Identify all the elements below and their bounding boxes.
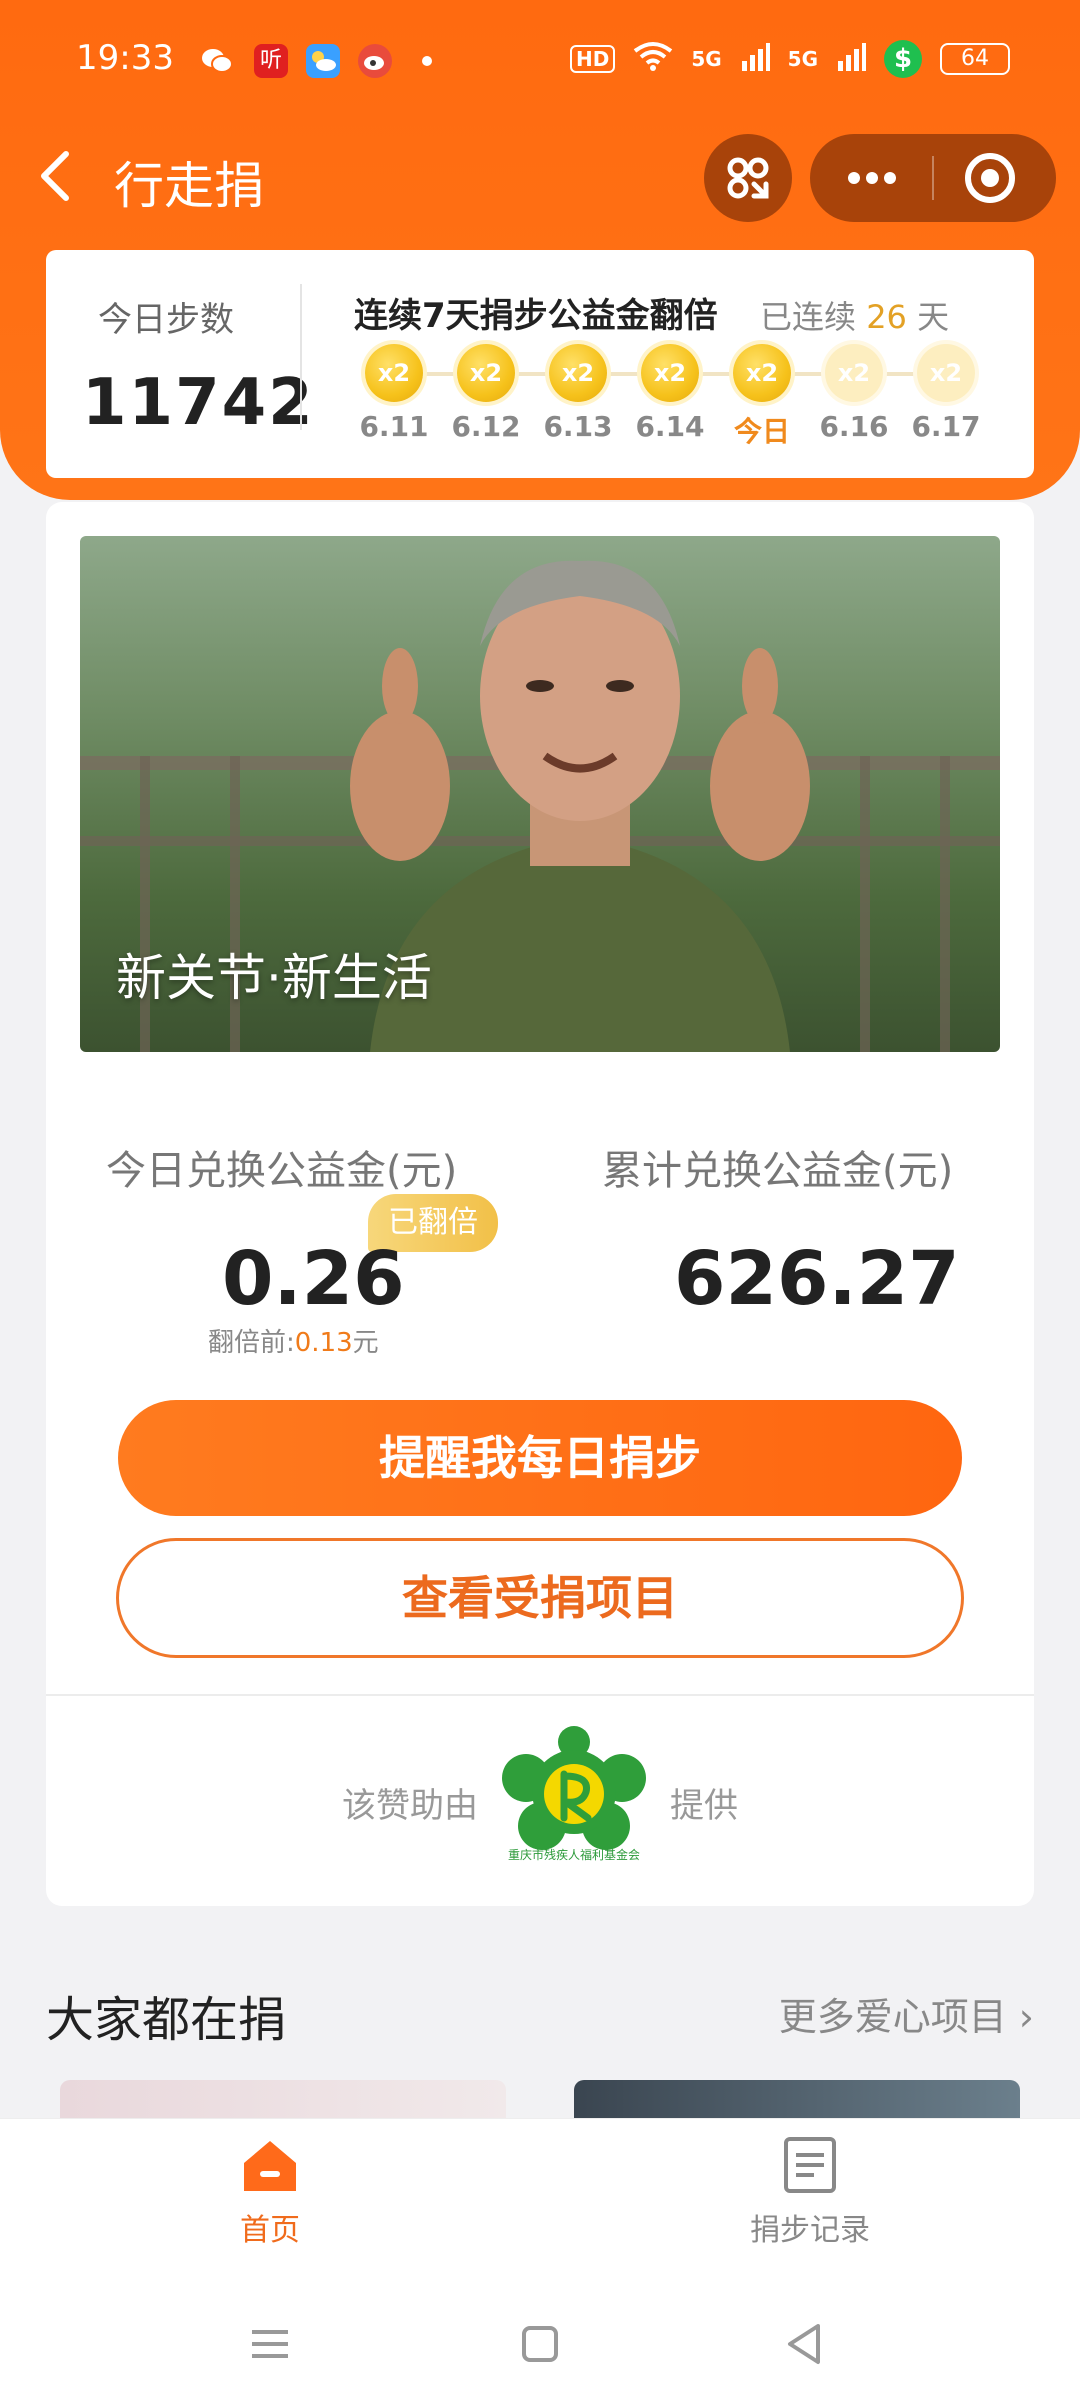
day-label: 6.12 <box>451 410 521 443</box>
tab-records-label: 捐步记录 <box>750 2213 870 2248</box>
signal-icon-1: 5G <box>691 47 722 71</box>
pre-double-info: 翻倍前:0.13元 <box>208 1322 379 1359</box>
coin-icon: x2 <box>549 344 607 402</box>
streak-day: x2 6.16 <box>814 344 894 443</box>
sponsor-prefix: 该赞助由 <box>342 1786 478 1826</box>
hero-caption: 新关节·新生活 <box>116 949 432 1007</box>
project-thumbnail[interactable] <box>574 2080 1020 2120</box>
streak-day-today: x2 今日 <box>722 344 802 450</box>
railing-post <box>940 756 950 1052</box>
streak-day: x2 6.12 <box>446 344 526 443</box>
signal-bars-icon-2 <box>836 41 866 77</box>
wechat-icon <box>200 44 234 78</box>
records-icon <box>784 2137 836 2193</box>
streak-day: x2 6.14 <box>630 344 710 443</box>
day-label: 6.13 <box>543 410 613 443</box>
streak-day: x2 6.17 <box>906 344 986 443</box>
tab-home[interactable]: 首页 <box>120 2133 420 2249</box>
today-donation-value: 0.26 <box>222 1236 405 1322</box>
coin-icon: x2 <box>733 344 791 402</box>
streak-title: 连续7天捐步公益金翻倍 <box>354 296 718 336</box>
tab-home-label: 首页 <box>240 2213 300 2248</box>
tab-records[interactable]: 捐步记录 <box>660 2133 960 2249</box>
day-label: 6.17 <box>911 410 981 443</box>
coin-icon: x2 <box>365 344 423 402</box>
tab-bar: 首页 捐步记录 <box>0 2118 1080 2286</box>
pre-double-label: 翻倍前: <box>208 1328 295 1358</box>
total-donation-value: 626.27 <box>674 1236 960 1322</box>
coin-icon: x2 <box>457 344 515 402</box>
streak-suffix: 天 <box>906 298 950 336</box>
sponsor-suffix: 提供 <box>670 1786 738 1826</box>
hd-icon: HD <box>569 45 616 73</box>
steps-label: 今日步数 <box>98 300 234 340</box>
wifi-icon <box>633 41 673 77</box>
scan-button[interactable] <box>704 134 792 222</box>
pre-double-value: 0.13 <box>294 1328 353 1358</box>
steps-value: 11742 <box>82 366 315 440</box>
status-indicators: HD 5G 5G $ 64 <box>569 40 1010 78</box>
status-time: 19:33 <box>76 38 174 78</box>
coin-icon: x2 <box>641 344 699 402</box>
signal-bars-icon <box>740 41 770 77</box>
close-button[interactable] <box>934 134 1056 222</box>
donation-card: 新关节·新生活 今日兑换公益金(元) 累计兑换公益金(元) 已翻倍 0.26 6… <box>46 502 1034 1906</box>
steps-card: 今日步数 11742 连续7天捐步公益金翻倍 已连续 26 天 x2 6.11 x… <box>46 250 1034 478</box>
card-divider <box>46 1694 1034 1696</box>
back-chevron-icon[interactable] <box>36 146 76 206</box>
weibo-icon <box>358 44 392 78</box>
steps-divider <box>300 284 302 430</box>
signal-icon-2: 5G <box>787 47 818 71</box>
mini-program-capsule <box>810 134 1056 222</box>
day-label: 6.16 <box>819 410 889 443</box>
streak-days: 26 <box>866 298 907 336</box>
back-triangle-icon[interactable] <box>774 2314 834 2374</box>
status-bar: 19:33 听 HD 5G 5G $ 64 <box>0 0 1080 124</box>
streak-prefix: 已连续 <box>760 298 867 336</box>
system-nav-bar <box>0 2286 1080 2400</box>
view-projects-button[interactable]: 查看受捐项目 <box>116 1538 964 1658</box>
coin-icon: x2 <box>917 344 975 402</box>
total-donation-label: 累计兑换公益金(元) <box>602 1148 954 1194</box>
pre-double-unit: 元 <box>352 1328 379 1358</box>
coin-icon: x2 <box>825 344 883 402</box>
railing-post <box>860 756 870 1052</box>
listen-app-icon: 听 <box>254 44 288 78</box>
scan-icon <box>727 157 769 199</box>
day-label: 6.11 <box>359 410 429 443</box>
streak-day: x2 6.13 <box>538 344 618 443</box>
streak-day: x2 6.11 <box>354 344 434 443</box>
day-label: 今日 <box>733 415 790 448</box>
section-title: 大家都在捐 <box>46 1992 287 2048</box>
day-label: 6.14 <box>635 410 705 443</box>
streak-info: 已连续 26 天 <box>760 292 949 338</box>
project-thumbnail[interactable] <box>60 2080 506 2120</box>
page-title: 行走捐 <box>114 157 264 215</box>
today-donation-label: 今日兑换公益金(元) <box>106 1148 458 1194</box>
home-square-icon[interactable] <box>510 2314 570 2374</box>
pay-icon: $ <box>884 40 922 78</box>
battery-icon: 64 <box>940 43 1010 75</box>
sponsor-org-name: 重庆市残疾人福利基金会 <box>507 1848 640 1862</box>
weather-icon <box>306 44 340 78</box>
more-button[interactable] <box>810 134 932 222</box>
close-circle-icon <box>965 153 1015 203</box>
more-dots-icon <box>848 172 896 184</box>
menu-icon[interactable] <box>240 2314 300 2374</box>
more-projects-link[interactable]: 更多爱心项目 › <box>779 1986 1034 2041</box>
remind-daily-button[interactable]: 提醒我每日捐步 <box>118 1400 962 1516</box>
home-icon <box>244 2141 296 2191</box>
hero-image[interactable]: 新关节·新生活 <box>80 536 1000 1052</box>
notification-dot-icon <box>422 56 432 66</box>
